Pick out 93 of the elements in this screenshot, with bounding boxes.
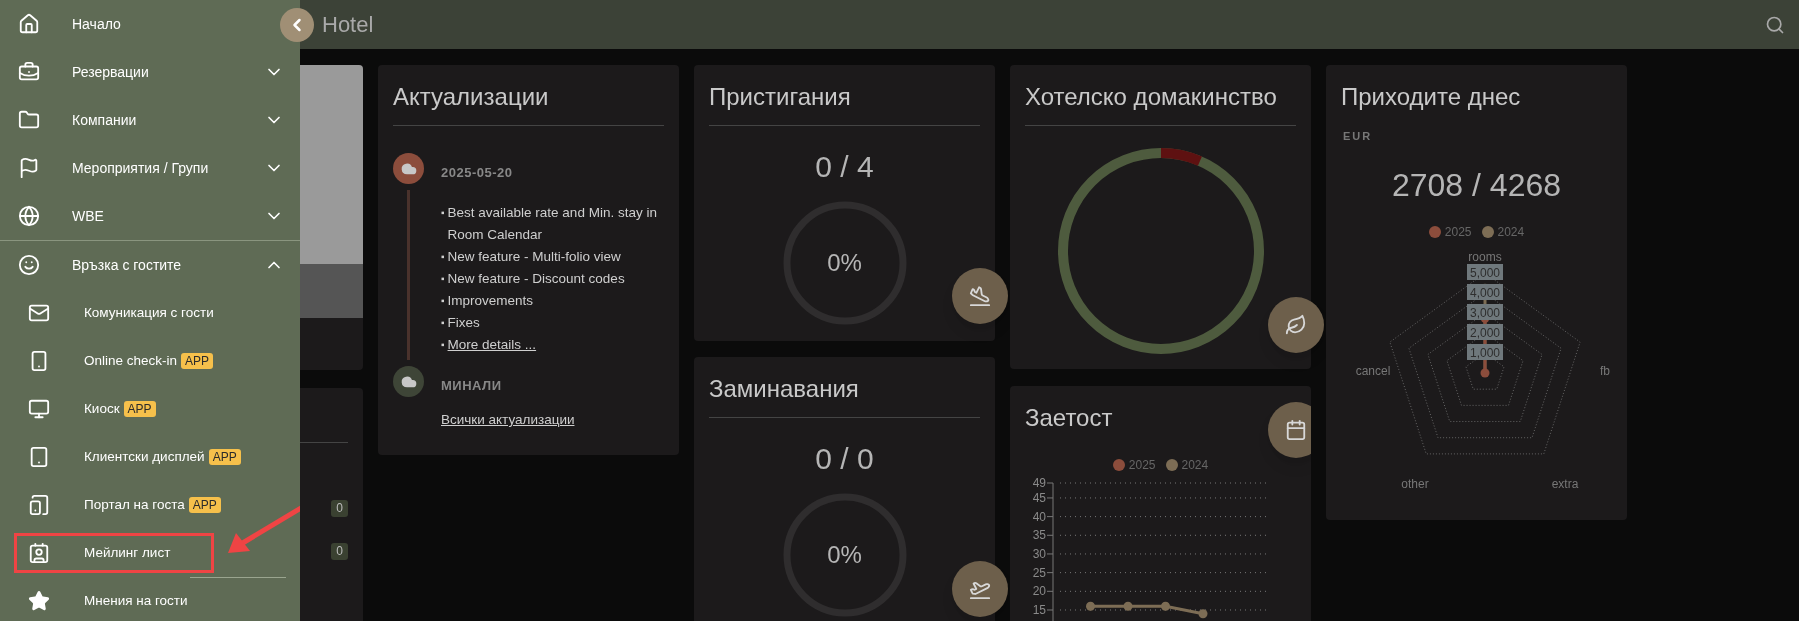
submenu-item[interactable]: Комуникация с гости xyxy=(84,302,214,324)
app-badge: APP xyxy=(208,449,241,465)
scale-label: 4,000 xyxy=(1467,284,1503,300)
axis-tick-label: 25 xyxy=(1032,565,1046,580)
axis-tick-label: 40 xyxy=(1032,509,1046,524)
axis-label: fb xyxy=(1600,364,1610,378)
update-note: Best available rate and Min. stay in Room Calendar xyxy=(447,204,658,244)
axis-tick-label: 45 xyxy=(1032,490,1046,505)
count-badge: 0 xyxy=(331,500,348,517)
round-button[interactable] xyxy=(952,268,1008,324)
plane-landing-icon xyxy=(969,285,991,307)
update-note: Improvements xyxy=(447,292,534,310)
card-title: Заминавания xyxy=(709,375,859,402)
axis-label: extra xyxy=(1551,477,1579,491)
scale-label: 1,000 xyxy=(1467,344,1503,360)
data-point xyxy=(1123,601,1133,611)
bullet-mark: ▪ xyxy=(441,294,445,308)
legend-label: 2025 xyxy=(1128,457,1156,474)
submenu-item[interactable]: Мнения на гости xyxy=(84,590,188,612)
submenu-item[interactable]: Мейлинг лист xyxy=(84,542,171,564)
update-note: New feature - Multi-folio view xyxy=(447,248,621,266)
app-badge: APP xyxy=(181,353,214,369)
axis-tick-label: 30 xyxy=(1032,546,1046,561)
round-button[interactable] xyxy=(952,561,1008,617)
scale-label: 3,000 xyxy=(1467,304,1503,320)
all-updates-link[interactable]: Всички актуализации xyxy=(441,412,575,427)
timeline-heading: МИНАЛИ xyxy=(441,378,502,393)
axis-tick-label: 49 xyxy=(1032,476,1046,490)
folder-icon xyxy=(18,109,40,131)
count-badge: 0 xyxy=(331,543,348,560)
legend-label: 2024 xyxy=(1497,224,1525,241)
data-point xyxy=(1086,601,1095,611)
star-icon xyxy=(28,590,50,612)
revenue-value: 2708 / 4268 xyxy=(1391,166,1561,205)
smiley-icon xyxy=(18,254,40,276)
menu-item[interactable]: Компании xyxy=(0,96,284,144)
tablet-icon xyxy=(28,446,50,468)
axis-tick-label: 20 xyxy=(1032,584,1046,599)
leaf-icon xyxy=(1285,314,1307,336)
menu-item[interactable]: Резервации xyxy=(0,48,284,96)
app-badge: APP xyxy=(123,401,156,417)
app-badge: APP xyxy=(188,497,221,513)
data-point xyxy=(1198,609,1208,619)
monitor-icon xyxy=(28,398,50,420)
scale-label: 2,000 xyxy=(1467,324,1503,340)
axis-tick-label: 15 xyxy=(1032,603,1046,617)
legend-label: 2024 xyxy=(1181,457,1209,474)
calendar-icon xyxy=(1285,419,1307,441)
bullet-mark: ▪ xyxy=(441,206,445,220)
bullet-mark: ▪ xyxy=(441,316,445,330)
submenu-item[interactable]: Портал на госта xyxy=(84,494,185,516)
submenu-item[interactable]: Клиентски дисплей xyxy=(84,446,205,468)
menu-item[interactable]: WBE xyxy=(0,192,284,240)
card-title: Хотелско домакинство xyxy=(1025,83,1277,110)
percent-value: 0% xyxy=(827,541,862,569)
briefcase-icon xyxy=(18,61,40,83)
flag-icon xyxy=(18,157,40,179)
update-note: Fixes xyxy=(447,314,480,332)
legend-label: 2025 xyxy=(1444,224,1472,241)
round-button[interactable] xyxy=(1268,297,1324,353)
bullet-mark: ▪ xyxy=(441,250,445,264)
submenu-item[interactable]: Киоск xyxy=(84,398,120,420)
count-value: 0 / 4 xyxy=(815,149,874,185)
more-details-link[interactable]: More details ... xyxy=(447,334,537,356)
home-icon xyxy=(18,13,40,35)
globe-icon xyxy=(18,205,40,227)
contact-card-icon xyxy=(28,542,50,564)
card-title: Приходите днес xyxy=(1341,83,1521,110)
menu-item[interactable]: Начало xyxy=(0,0,270,48)
currency-label: EUR xyxy=(1343,130,1373,142)
card-title: Пристигания xyxy=(709,83,851,110)
bullet-mark: ▪ xyxy=(441,272,445,286)
update-note: New feature - Discount codes xyxy=(447,270,625,288)
timeline-heading: 2025-05-20 xyxy=(441,165,513,180)
card-title: Заетост xyxy=(1025,404,1113,431)
count-value: 0 / 0 xyxy=(815,441,874,477)
app-title: Hotel xyxy=(322,11,375,39)
round-button[interactable] xyxy=(1268,402,1311,458)
mail-icon xyxy=(28,302,50,324)
axis-label: cancel xyxy=(1355,364,1391,378)
menu-item[interactable]: Връзка с гостите xyxy=(0,241,284,289)
submenu-item[interactable]: Online check-in xyxy=(84,350,178,372)
card-title: Актуализации xyxy=(393,83,549,110)
tablet-phone-icon xyxy=(28,494,50,516)
bullet-mark: ▪ xyxy=(441,338,445,352)
search-icon[interactable] xyxy=(1765,14,1785,35)
percent-value: 0% xyxy=(827,249,862,277)
axis-label: rooms xyxy=(1468,250,1502,264)
axis-tick-label: 35 xyxy=(1032,528,1046,543)
axis-label: other xyxy=(1401,477,1429,491)
menu-item[interactable]: Мероприятия / Групи xyxy=(0,144,284,192)
data-point xyxy=(1161,601,1170,611)
scale-label: 5,000 xyxy=(1467,264,1503,280)
